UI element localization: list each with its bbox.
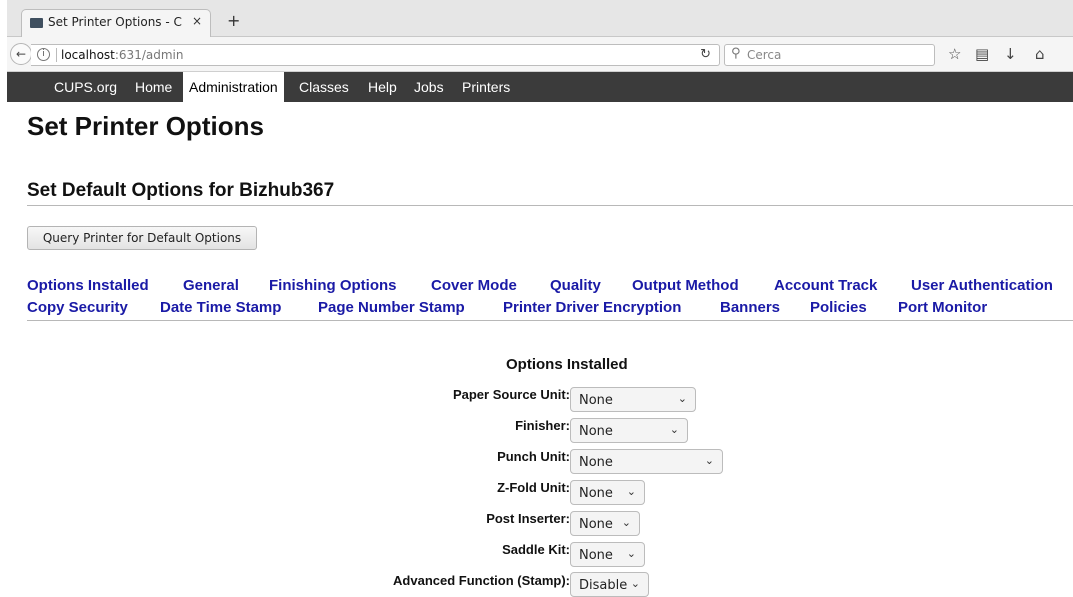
browser-window: Set Printer Options - C × + ← i localhos… — [7, 0, 1073, 597]
navigation-toolbar: ← i localhost:631/admin ↻ ⚲ Cerca ☆ ▤ ↓ … — [7, 37, 1073, 72]
advanced-function-stamp-select[interactable]: Disable ⌄ — [570, 572, 649, 597]
group-link-page-number-stamp[interactable]: Page Number Stamp — [318, 299, 465, 316]
tab-bar: Set Printer Options - C × + — [7, 0, 1073, 37]
cups-favicon-icon — [30, 18, 43, 28]
reload-icon[interactable]: ↻ — [700, 47, 711, 62]
chevron-down-icon: ⌄ — [704, 454, 714, 467]
reading-list-icon[interactable]: ▤ — [975, 46, 989, 62]
groups-divider — [27, 320, 1073, 321]
option-label: Post Inserter: — [486, 511, 570, 526]
select-value: None — [579, 393, 613, 408]
group-link-user-authentication[interactable]: User Authentication — [911, 277, 1053, 294]
url-text[interactable]: localhost:631/admin — [61, 48, 183, 62]
nav-help[interactable]: Help — [368, 72, 397, 102]
options-installed-heading: Options Installed — [506, 356, 628, 373]
group-link-output-method[interactable]: Output Method — [632, 277, 739, 294]
tab-title: Set Printer Options - C — [48, 15, 182, 29]
chevron-down-icon: ⌄ — [669, 423, 679, 436]
group-link-date-time-stamp[interactable]: Date Time Stamp — [160, 299, 281, 316]
group-link-printer-driver-encryption[interactable]: Printer Driver Encryption — [503, 299, 681, 316]
chevron-down-icon: ⌄ — [677, 392, 687, 405]
close-tab-icon[interactable]: × — [192, 14, 202, 28]
option-label: Finisher: — [515, 418, 570, 433]
url-separator — [56, 48, 57, 62]
post-inserter-select[interactable]: None ⌄ — [570, 511, 640, 536]
url-path: :631/admin — [114, 48, 184, 62]
select-value: None — [579, 517, 613, 532]
home-icon[interactable]: ⌂ — [1035, 46, 1045, 62]
page-title: Set Printer Options — [27, 111, 264, 141]
finisher-select[interactable]: None ⌄ — [570, 418, 688, 443]
select-value: None — [579, 455, 613, 470]
select-value: None — [579, 424, 613, 439]
chevron-down-icon: ⌄ — [626, 485, 636, 498]
query-printer-button[interactable]: Query Printer for Default Options — [27, 226, 257, 250]
saddle-kit-select[interactable]: None ⌄ — [570, 542, 645, 567]
cups-nav-bar: CUPS.org Home Administration Classes Hel… — [7, 72, 1073, 102]
group-link-account-track[interactable]: Account Track — [774, 277, 877, 294]
group-link-copy-security[interactable]: Copy Security — [27, 299, 128, 316]
option-label: Saddle Kit: — [502, 542, 570, 557]
back-icon[interactable]: ← — [10, 43, 32, 65]
group-link-port-monitor[interactable]: Port Monitor — [898, 299, 987, 316]
group-link-quality[interactable]: Quality — [550, 277, 601, 294]
punch-unit-select[interactable]: None ⌄ — [570, 449, 723, 474]
nav-jobs[interactable]: Jobs — [414, 72, 444, 102]
browser-tab[interactable]: Set Printer Options - C × — [21, 9, 211, 37]
group-link-finishing-options[interactable]: Finishing Options — [269, 277, 397, 294]
group-link-banners[interactable]: Banners — [720, 299, 780, 316]
group-link-general[interactable]: General — [183, 277, 239, 294]
chevron-down-icon: ⌄ — [630, 577, 640, 590]
info-icon[interactable]: i — [37, 48, 50, 61]
nav-administration[interactable]: Administration — [183, 72, 284, 102]
option-label: Punch Unit: — [497, 449, 570, 464]
new-tab-button[interactable]: + — [227, 13, 240, 29]
group-link-options-installed[interactable]: Options Installed — [27, 277, 149, 294]
nav-home[interactable]: Home — [135, 72, 172, 102]
search-input[interactable]: ⚲ Cerca — [724, 44, 935, 66]
select-value: None — [579, 548, 613, 563]
chevron-down-icon: ⌄ — [621, 516, 631, 529]
option-label: Z-Fold Unit: — [497, 480, 570, 495]
search-placeholder: Cerca — [747, 48, 782, 62]
search-icon: ⚲ — [731, 46, 741, 61]
select-value: None — [579, 486, 613, 501]
group-link-cover-mode[interactable]: Cover Mode — [431, 277, 517, 294]
option-label: Paper Source Unit: — [452, 387, 570, 402]
nav-printers[interactable]: Printers — [462, 72, 510, 102]
z-fold-unit-select[interactable]: None ⌄ — [570, 480, 645, 505]
option-label: Advanced Function (Stamp): — [393, 573, 570, 588]
nav-classes[interactable]: Classes — [299, 72, 349, 102]
group-link-policies[interactable]: Policies — [810, 299, 867, 316]
paper-source-unit-select[interactable]: None ⌄ — [570, 387, 696, 412]
subtitle-divider — [27, 205, 1073, 206]
url-bar[interactable]: i localhost:631/admin ↻ — [31, 44, 720, 66]
bookmark-star-icon[interactable]: ☆ — [948, 46, 961, 62]
download-icon[interactable]: ↓ — [1004, 46, 1017, 62]
printer-subtitle: Set Default Options for Bizhub367 — [27, 180, 335, 201]
nav-cups-org[interactable]: CUPS.org — [54, 72, 117, 102]
url-host: localhost — [61, 48, 115, 62]
chevron-down-icon: ⌄ — [626, 547, 636, 560]
